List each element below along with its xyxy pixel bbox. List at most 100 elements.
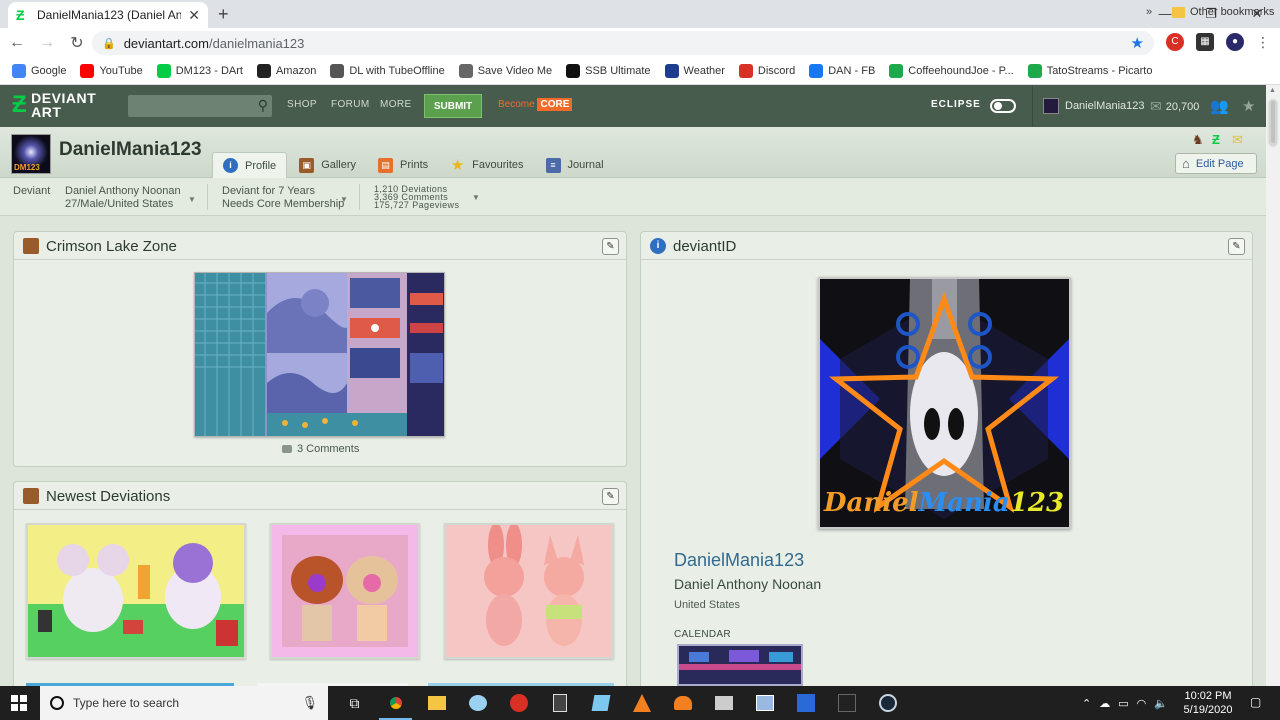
profile-avatar-icon[interactable]: ● [1226,33,1244,51]
deviation-thumbnail[interactable] [26,523,246,659]
nav-shop[interactable]: SHOP [287,99,317,110]
storage-app-icon[interactable] [703,686,744,720]
task-view-icon[interactable]: ⧉ [334,686,375,720]
deviation-thumbnail[interactable] [444,523,614,659]
bookmark-item[interactable]: YouTube [80,64,143,78]
nav-forum[interactable]: FORUM [331,99,370,110]
chrome-icon[interactable] [375,686,416,720]
reload-icon[interactable]: ↻ [64,33,90,53]
microphone-icon[interactable]: 🎙 [301,695,318,711]
deviantid-username[interactable]: DanielMania123 [674,550,804,571]
bookmark-item[interactable]: Google [12,64,66,78]
profile-avatar[interactable]: DM123 [11,134,51,174]
address-bar[interactable]: 🔒 deviantart.com/danielmania123 ★ [92,31,1154,55]
taskbar-search-input[interactable]: Type here to search 🎙 [40,686,328,720]
url-text[interactable]: deviantart.com/danielmania123 [124,36,1131,51]
watchers-icon[interactable]: 👥 [1210,97,1229,115]
game-app-icon[interactable] [826,686,867,720]
tab-favourites[interactable]: ★ Favourites [440,152,533,178]
bookmarks-more-chevron[interactable]: » [1146,6,1152,18]
calculator-icon[interactable] [539,686,580,720]
bookmark-item[interactable]: DL with TubeOffline [330,64,445,78]
edit-pencil-icon[interactable]: ✎ [602,488,619,505]
upload-app-icon[interactable] [785,686,826,720]
scroll-thumb[interactable] [1269,99,1277,145]
wifi-icon[interactable]: ◠ [1137,697,1147,710]
svg-text:DanielMania123: DanielMania123 [823,488,1064,518]
calendar-image[interactable] [677,644,803,686]
edit-pencil-icon[interactable]: ✎ [602,238,619,255]
newest-title[interactable]: Newest Deviations [46,488,170,505]
start-button[interactable] [0,686,38,720]
deviantid-title[interactable]: deviantID [673,238,736,255]
vlc-icon[interactable] [621,686,662,720]
bookmark-item[interactable]: DAN - FB [809,64,875,78]
edit-page-button[interactable]: ⌂ Edit Page [1175,153,1257,174]
notepad-icon[interactable] [580,686,621,720]
no-entry-app-icon[interactable] [498,686,539,720]
tab-close-icon[interactable]: ✕ [188,7,200,24]
page-scrollbar[interactable]: ▲ [1266,85,1280,686]
search-icon[interactable]: ⚲ [258,97,268,114]
bookmark-item[interactable]: SSB Ultimate [566,64,651,78]
submit-button[interactable]: SUBMIT [424,94,482,118]
badge-bear-icon[interactable]: ♞ [1192,132,1207,147]
system-clock[interactable]: 10:02 PM 5/19/2020 [1180,689,1236,717]
become-core-link[interactable]: Become CORE [498,98,573,111]
deviation-thumbnail[interactable] [270,523,420,659]
featured-deviation-thumbnail[interactable] [194,272,445,437]
screenshot-app-icon[interactable] [744,686,785,720]
bookmark-item[interactable]: CoffeehoundJoe - P... [889,64,1014,78]
steam-icon[interactable] [867,686,908,720]
site-search-input[interactable]: ⚲ [128,95,272,117]
extension-red-icon[interactable]: C [1166,33,1184,51]
tab-gallery[interactable]: ▣ Gallery [289,152,366,178]
weather-icon [664,64,679,78]
edit-pencil-icon[interactable]: ✎ [1228,238,1245,255]
onedrive-cloud-icon[interactable]: ☁ [1099,697,1110,710]
forward-arrow-icon[interactable]: → [34,34,60,52]
file-explorer-icon[interactable] [416,686,457,720]
bookmark-item[interactable]: Amazon [256,64,316,78]
audacity-icon[interactable] [662,686,703,720]
other-bookmarks[interactable]: Other bookmarks [1172,6,1274,18]
bookmark-label: DM123 - DArt [175,65,243,77]
scroll-up-icon[interactable]: ▲ [1269,87,1276,94]
badge-llama-icon[interactable]: ✉ [1232,132,1247,147]
paint-icon[interactable] [457,686,498,720]
badge-deviantart-icon[interactable]: Ƶ [1212,132,1227,147]
tab-profile[interactable]: i Profile [212,152,288,178]
featured-comments-link[interactable]: 3 Comments [282,443,359,455]
nav-more[interactable]: MORE [380,99,412,110]
tab-prints[interactable]: ▤ Prints [368,152,438,178]
bookmark-star-icon[interactable]: ★ [1131,34,1144,52]
featured-title[interactable]: Crimson Lake Zone [46,238,177,255]
tab-journal[interactable]: ≡ Journal [536,152,614,178]
browser-tab[interactable]: Ƶ DanielMania123 (Daniel Anthony ✕ [8,2,208,28]
eclipse-toggle[interactable] [990,99,1016,113]
bookmark-item[interactable]: Save Video Me [458,64,552,78]
bookmark-item[interactable]: TatoStreams - Picarto [1027,64,1152,78]
profile-name[interactable]: DanielMania123 [59,139,202,161]
notifications-button[interactable]: ✉ 20,700 [1150,98,1199,115]
real-name: Daniel Anthony Noonan [65,185,181,197]
notifications-icon[interactable]: ▢ [1250,695,1261,709]
new-tab-button[interactable]: + [218,4,229,25]
chevron-down-icon[interactable]: ▼ [188,195,196,204]
gallery-icon [23,238,39,254]
deviantid-avatar-image[interactable]: DanielMania123 [818,277,1071,529]
battery-icon[interactable]: ▭ [1118,697,1128,710]
deviantart-logo[interactable]: Ƶ DEVIANT ART [12,91,96,119]
show-hidden-icons-chevron-icon[interactable]: ⌃ [1082,697,1091,710]
bookmark-item[interactable]: Discord [738,64,795,78]
chevron-down-icon[interactable]: ▼ [340,195,348,204]
bookmark-item[interactable]: Weather [664,64,725,78]
bookmark-item[interactable]: DM123 - DArt [156,64,243,78]
user-menu[interactable]: DanielMania123 [1032,85,1145,127]
menu-dots-icon[interactable]: ⋮ [1256,34,1270,51]
back-arrow-icon[interactable]: ← [4,34,30,52]
chevron-down-icon[interactable]: ▼ [472,193,480,202]
extension-dark-icon[interactable]: ▦ [1196,33,1214,51]
favourites-star-icon[interactable]: ★ [1242,97,1255,115]
volume-icon[interactable]: 🔈 [1154,697,1168,710]
